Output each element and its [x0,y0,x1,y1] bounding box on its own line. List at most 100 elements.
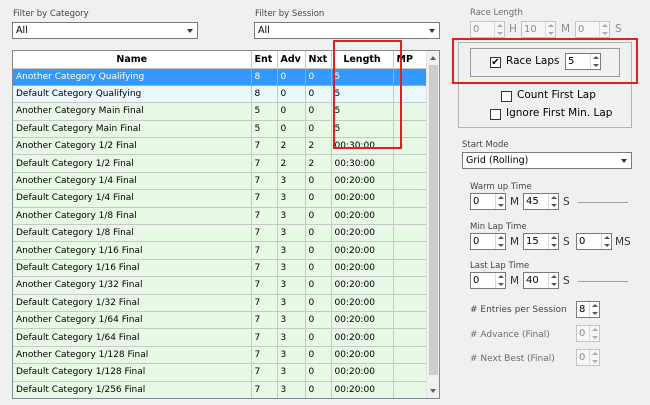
warm-up-seconds-spin[interactable]: 45 [523,193,559,210]
table-row[interactable]: Another Category 1/8 Final 7 3 0 00:20:00 [13,207,428,226]
cell-nxt: 2 [305,137,332,156]
table-row[interactable]: Default Category 1/8 Final 7 3 0 00:20:00 [13,224,428,243]
cell-nxt: 0 [305,294,332,312]
table-row[interactable]: Another Category 1/32 Final 7 3 0 00:20:00 [13,276,428,295]
race-minutes-unit: M [561,23,571,35]
race-seconds-spin[interactable]: 0 [575,21,610,38]
next-best-spin[interactable]: 0 [576,349,600,366]
ignore-first-min-lap-checkbox[interactable] [490,109,501,120]
spin-arrows-icon[interactable] [589,302,599,317]
cell-mp [393,346,428,365]
table-row[interactable]: Default Category 1/2 Final 7 2 2 00:30:00 [13,154,428,173]
chevron-down-icon[interactable] [425,23,439,38]
race-hours-spin[interactable]: 0 [470,21,505,38]
warm-up-minutes-value: 0 [473,196,480,207]
scroll-up-icon[interactable] [427,52,439,64]
cell-adv: 3 [277,294,306,312]
min-lap-label: Min Lap Time [470,222,527,232]
warm-up-minutes-spin[interactable]: 0 [470,193,506,210]
cell-name: Another Category 1/8 Final [13,207,252,226]
col-name-header[interactable]: Name [13,51,252,69]
cell-ent: 7 [251,259,278,278]
spin-arrows-icon[interactable] [599,22,609,37]
scroll-thumb[interactable] [429,65,438,375]
last-lap-seconds-spin[interactable]: 40 [523,272,559,289]
cell-ent: 7 [251,207,278,226]
min-lap-seconds-value: 15 [526,236,539,247]
cell-name: Another Category 1/32 Final [13,276,252,295]
cell-adv: 0 [277,85,306,104]
table-row[interactable]: Another Category 1/128 Final 7 3 0 00:20:00 [13,346,428,365]
race-laps-label: Race Laps [506,55,560,67]
table-row[interactable]: Default Category 1/16 Final 7 3 0 00:20:00 [13,259,428,278]
table-row[interactable]: Default Category 1/4 Final 7 3 0 00:20:00 [13,189,428,208]
cell-ent: 7 [251,294,278,312]
last-lap-minutes-value: 0 [473,275,480,286]
next-best-label: # Next Best (Final) [470,354,555,364]
cell-mp [393,172,428,191]
cell-name: Default Category 1/4 Final [13,189,252,208]
table-row[interactable]: Default Category 1/128 Final 7 3 0 00:20:00 [13,363,428,382]
min-lap-minutes-spin[interactable]: 0 [470,233,506,250]
spin-arrows-icon[interactable] [601,234,611,249]
min-lap-seconds-spin[interactable]: 15 [523,233,559,250]
chevron-down-icon[interactable] [183,23,197,38]
cell-mp [393,294,428,312]
start-mode-value: Grid (Rolling) [466,155,529,166]
scroll-down-icon[interactable] [427,385,439,397]
col-nxt-header[interactable]: Nxt [305,51,332,69]
cell-ent: 5 [251,102,278,121]
warm-up-divider [578,202,628,203]
cell-mp [393,189,428,208]
spin-arrows-icon[interactable] [590,54,600,69]
filter-session-value: All [258,25,270,36]
entries-label: # Entries per Session [470,305,567,315]
chevron-down-icon[interactable] [617,153,631,168]
spin-arrows-icon[interactable] [495,234,505,249]
min-lap-ms-value: 0 [579,236,586,247]
cell-mp [393,224,428,243]
race-laps-value: 5 [568,56,575,67]
start-mode-combo[interactable]: Grid (Rolling) [462,152,632,169]
table-row[interactable]: Default Category 1/32 Final 7 3 0 00:20:00 [13,294,428,312]
spin-arrows-icon[interactable] [589,326,599,341]
spin-arrows-icon[interactable] [589,350,599,365]
table-row[interactable]: Another Category 1/16 Final 7 3 0 00:20:00 [13,241,428,260]
race-laps-checkbox[interactable]: ✔ [490,57,501,68]
col-adv-header[interactable]: Adv [277,51,306,69]
spin-arrows-icon[interactable] [494,22,504,37]
cell-name: Default Category Qualifying [13,85,252,104]
spin-arrows-icon[interactable] [495,194,505,209]
filter-category-combo[interactable]: All [12,22,198,39]
cell-adv: 3 [277,276,306,295]
spin-arrows-icon[interactable] [548,194,558,209]
min-lap-ms-spin[interactable]: 0 [576,233,612,250]
table-row[interactable]: Another Category 1/4 Final 7 3 0 00:20:00 [13,172,428,191]
last-lap-minutes-spin[interactable]: 0 [470,272,506,289]
race-laps-spin[interactable]: 5 [565,53,601,70]
cell-nxt: 0 [305,259,332,278]
spin-arrows-icon[interactable] [548,234,558,249]
table-row[interactable]: Another Category 1/64 Final 7 3 0 00:20:00 [13,311,428,330]
filter-session-combo[interactable]: All [254,22,440,39]
cell-adv: 0 [277,68,306,86]
cell-name: Another Category 1/2 Final [13,137,252,156]
cell-length: 00:20:00 [331,207,394,226]
filter-category-value: All [16,25,28,36]
cell-mp [393,154,428,173]
entries-spin[interactable]: 8 [576,301,600,318]
spin-arrows-icon[interactable] [545,22,555,37]
race-hours-unit: H [509,23,517,35]
table-row[interactable]: Default Category 1/64 Final 7 3 0 00:20:00 [13,328,428,347]
cell-nxt: 0 [305,120,332,139]
last-lap-label: Last Lap Time [470,261,530,271]
race-minutes-spin[interactable]: 10 [521,21,556,38]
spin-arrows-icon[interactable] [495,273,505,288]
table-row[interactable]: Default Category 1/256 Final 7 3 0 00:20:00 [13,381,428,398]
col-ent-header[interactable]: Ent [251,51,278,69]
advance-spin[interactable]: 0 [576,325,600,342]
vertical-scrollbar[interactable] [426,51,439,398]
count-first-lap-checkbox[interactable] [501,91,512,102]
cell-name: Another Category 1/16 Final [13,241,252,260]
spin-arrows-icon[interactable] [548,273,558,288]
